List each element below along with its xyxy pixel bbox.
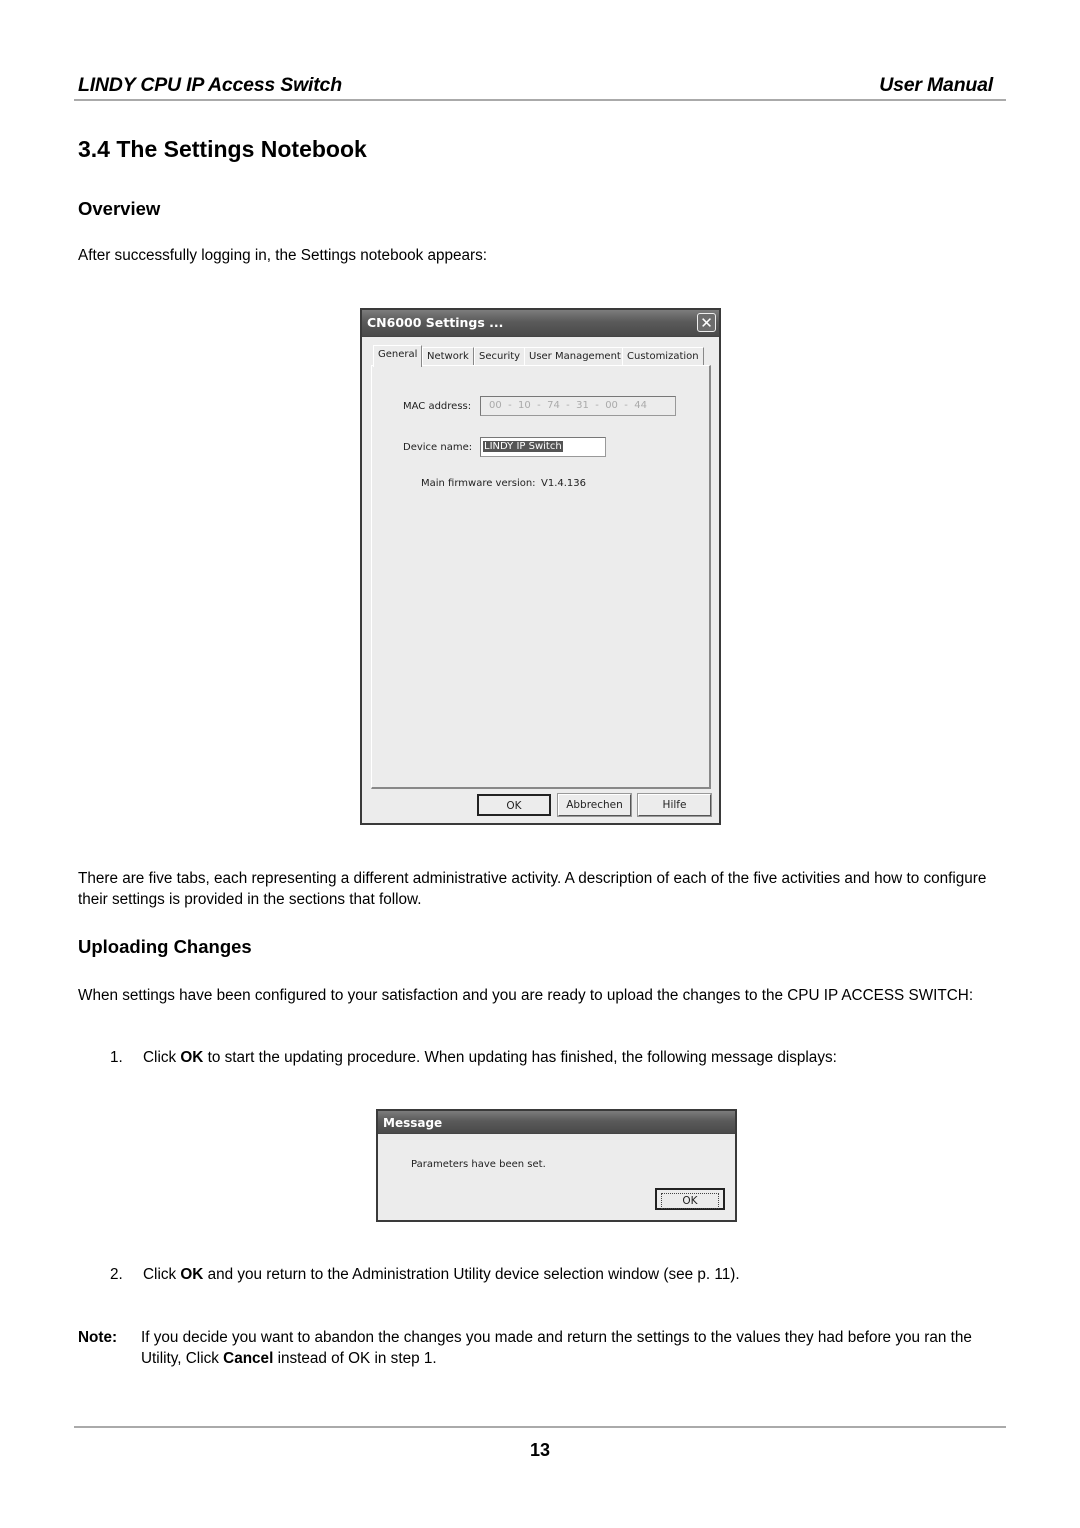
general-tab-panel: MAC address: 00 - 10 - 74 - 31 - 00 - 44… bbox=[371, 365, 711, 789]
help-button[interactable]: Hilfe bbox=[637, 793, 712, 817]
note-body: If you decide you want to abandon the ch… bbox=[141, 1327, 998, 1369]
step-text: to start the updating procedure. When up… bbox=[203, 1049, 837, 1066]
step-text: Click bbox=[143, 1266, 181, 1283]
message-text: Parameters have been set. bbox=[411, 1159, 546, 1170]
note-text: instead of OK in step 1. bbox=[273, 1350, 437, 1367]
overview-heading: Overview bbox=[78, 198, 161, 219]
tab-general[interactable]: General bbox=[373, 345, 423, 367]
overview-intro: After successfully logging in, the Setti… bbox=[78, 247, 488, 264]
step-bold: OK bbox=[180, 1266, 204, 1283]
step-2: 2. Click OK and you return to the Adminis… bbox=[110, 1264, 1000, 1285]
device-name-input[interactable]: LINDY IP Switch bbox=[480, 437, 606, 457]
tabs-description: There are five tabs, each representing a… bbox=[78, 870, 987, 908]
step-bold: OK bbox=[180, 1049, 204, 1066]
note-bold: Cancel bbox=[223, 1350, 274, 1367]
header-divider bbox=[74, 99, 1006, 101]
running-header: LINDY CPU IP Access Switch User Manual bbox=[78, 74, 993, 98]
footer-divider bbox=[74, 1426, 1006, 1428]
section-title: 3.4 The Settings Notebook bbox=[78, 136, 367, 162]
mac-address-field: 00 - 10 - 74 - 31 - 00 - 44 bbox=[480, 396, 676, 416]
device-name-label: Device name: bbox=[403, 442, 473, 453]
message-ok-button[interactable]: OK bbox=[655, 1188, 725, 1210]
settings-dialog: CN6000 Settings ... ✕ General Network Se… bbox=[360, 308, 721, 825]
step-1: 1. Click OK to start the updating procedu… bbox=[110, 1047, 1000, 1068]
step-number: 1. bbox=[110, 1049, 123, 1066]
header-product-title: LINDY CPU IP Access Switch bbox=[78, 74, 342, 96]
header-doc-type: User Manual bbox=[879, 74, 993, 96]
tab-security[interactable]: Security bbox=[474, 347, 526, 366]
message-ok-label: OK bbox=[661, 1193, 719, 1209]
step-text: and you return to the Administration Uti… bbox=[203, 1266, 740, 1283]
message-dialog-titlebar: Message bbox=[378, 1111, 735, 1134]
note-label: Note: bbox=[78, 1329, 118, 1346]
cancel-button[interactable]: Abbrechen bbox=[557, 793, 632, 817]
message-dialog: Message Parameters have been set. OK bbox=[376, 1109, 737, 1222]
step-number: 2. bbox=[110, 1266, 123, 1283]
mac-address-label: MAC address: bbox=[403, 401, 472, 412]
tab-customization[interactable]: Customization bbox=[622, 347, 704, 366]
message-dialog-title: Message bbox=[383, 1116, 443, 1130]
uploading-heading: Uploading Changes bbox=[78, 936, 252, 957]
close-icon[interactable]: ✕ bbox=[697, 313, 716, 332]
tab-user-management[interactable]: User Management bbox=[524, 347, 626, 366]
tab-network[interactable]: Network bbox=[422, 347, 474, 366]
settings-dialog-title: CN6000 Settings ... bbox=[367, 315, 504, 330]
mac-address-value: 00 - 10 - 74 - 31 - 00 - 44 bbox=[489, 400, 647, 411]
uploading-intro: When settings have been configured to yo… bbox=[78, 987, 974, 1004]
page-number: 13 bbox=[529, 1440, 551, 1460]
ok-button[interactable]: OK bbox=[477, 794, 551, 816]
firmware-version-value: V1.4.136 bbox=[541, 478, 587, 489]
firmware-version-label: Main firmware version: bbox=[421, 478, 536, 489]
settings-dialog-titlebar: CN6000 Settings ... ✕ bbox=[362, 310, 719, 337]
step-text: Click bbox=[143, 1049, 181, 1066]
note: Note: If you decide you want to abandon … bbox=[78, 1327, 998, 1369]
device-name-value: LINDY IP Switch bbox=[483, 441, 563, 452]
